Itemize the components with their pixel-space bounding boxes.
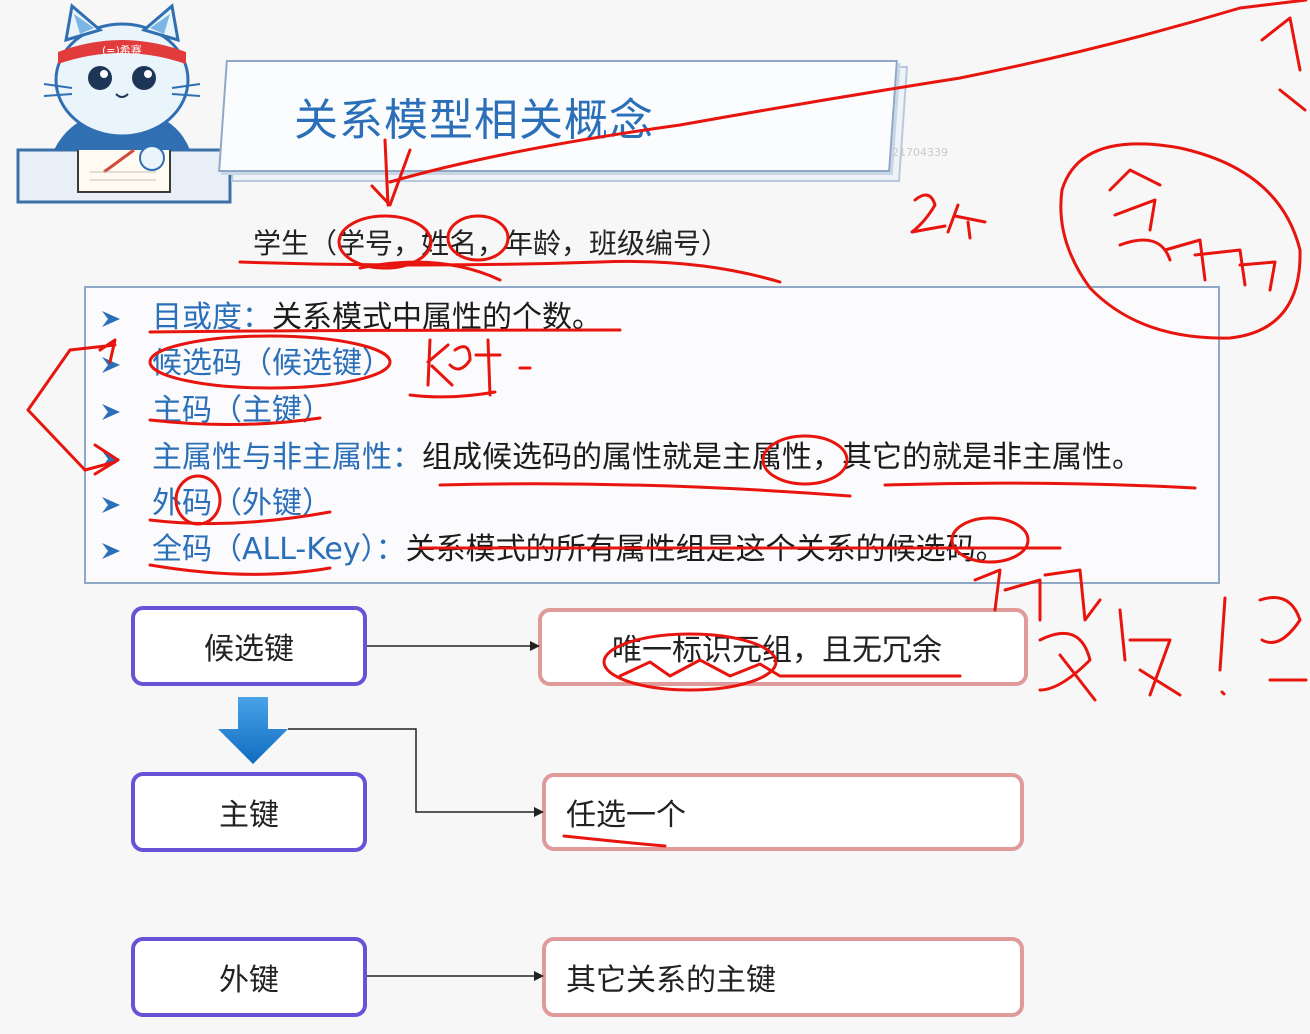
primary-desc-box: 任选一个 [542,773,1024,851]
bullet-arrow-icon [102,542,120,559]
bullet-arrow-icon [102,356,120,373]
concept-term: 目或度： [152,300,272,335]
concept-item: 外码（外键） [100,484,332,524]
concept-desc: 关系模式的所有属性组是这个关系的候选码。 [405,532,1006,567]
concept-term: 候选码（候选键） [152,346,392,381]
concept-desc: 关系模式中属性的个数。 [272,300,602,335]
candidate-desc-box: 唯一标识元组，且无冗余 [538,608,1028,686]
candidate-key-box: 候选键 [131,606,367,686]
concepts-box: 目或度：关系模式中属性的个数。 候选码（候选键） 主码（主键） 主属性与非主属性… [84,286,1220,584]
bullet-arrow-icon [102,403,120,420]
concept-item: 主码（主键） [100,391,332,431]
concept-term: 全码（ALL-Key）： [152,532,406,567]
watermark: 21704339 [892,146,948,159]
concept-item: 主属性与非主属性：组成候选码的属性就是主属性，其它的就是非主属性。 [100,438,1142,478]
bullet-arrow-icon [102,310,120,327]
foreign-desc-box: 其它关系的主键 [542,937,1024,1017]
mascot-illustration: (=)希赛 [16,3,232,204]
mascot-headband-text: (=)希赛 [102,43,142,57]
bullet-arrow-icon [102,450,120,467]
down-arrow-icon [218,697,288,764]
relation-schema-text: 学生（学号，姓名，年龄，班级编号） [253,227,730,260]
concept-term: 主码（主键） [152,393,332,428]
bullet-arrow-icon [102,496,120,513]
foreign-key-box: 外键 [131,937,367,1017]
connector-arrow-candidate [367,641,540,651]
concept-item: 全码（ALL-Key）：关系模式的所有属性组是这个关系的候选码。 [100,530,1006,570]
concept-term: 主属性与非主属性： [152,440,422,475]
concept-desc: 组成候选码的属性就是主属性，其它的就是非主属性。 [422,440,1142,475]
slide-title: 关系模型相关概念 [294,95,654,146]
primary-key-box: 主键 [131,772,367,852]
concept-item: 候选码（候选键） [100,344,392,384]
concept-item: 目或度：关系模式中属性的个数。 [100,298,602,338]
connector-arrow-foreign [367,971,544,981]
concept-term: 外码（外键） [152,486,332,521]
